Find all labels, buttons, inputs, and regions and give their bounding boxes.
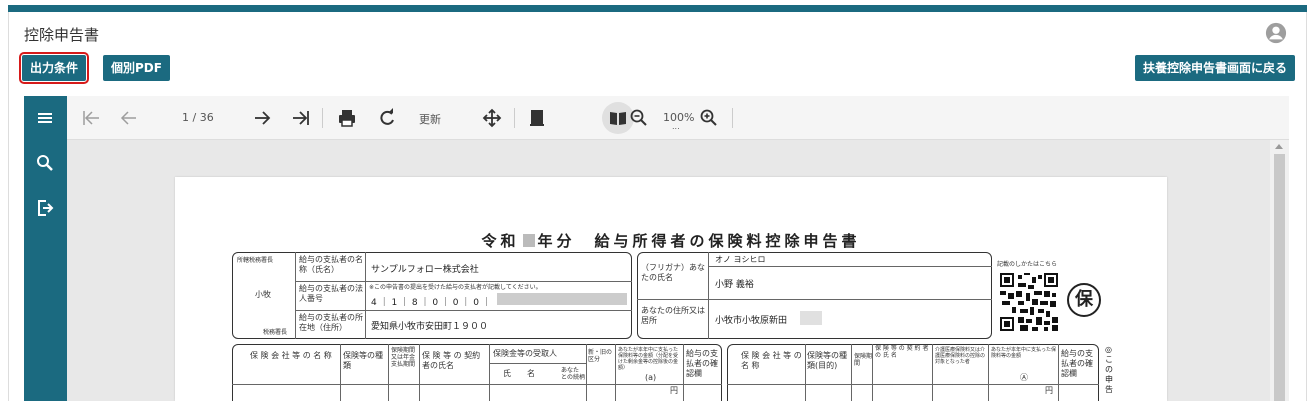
col-period: 保険期間又は年金支払期間	[391, 347, 416, 368]
yen-right: 円	[1045, 386, 1053, 395]
toolbar-divider	[514, 108, 515, 128]
col-amount-a: (a)	[645, 373, 657, 382]
divider	[232, 384, 722, 385]
search-icon[interactable]	[35, 153, 55, 173]
zoom-more[interactable]: ...	[672, 122, 680, 131]
address-label: あなたの住所又は居所	[641, 306, 705, 325]
payer-name-value: サンプルフォロー株式会社	[371, 265, 479, 275]
divider	[1058, 344, 1059, 401]
divider	[586, 344, 587, 401]
col2-company: 保 険 会 社 等 の 名 称	[741, 351, 802, 370]
payer-address-value: 愛知県小牧市安田町１９００	[371, 322, 489, 332]
exit-icon[interactable]	[35, 198, 55, 218]
first-page-icon[interactable]	[81, 108, 101, 128]
zoom-out-icon[interactable]	[629, 108, 649, 128]
col-company: 保 険 会 社 等 の 名 称	[250, 351, 332, 360]
col2-period: 保険期間	[854, 353, 873, 367]
col-payer-confirm: 給与の支払者の確認欄	[686, 349, 718, 378]
col-newold: 新・旧の区分	[588, 349, 613, 363]
divider	[615, 344, 616, 401]
furigana-label: （フリガナ）あなたの氏名	[641, 263, 705, 282]
divider	[851, 344, 852, 401]
last-page-icon[interactable]	[291, 108, 311, 128]
employee-name-value: 小野 義裕	[715, 280, 754, 290]
payer-number-value: 4 ｜ 1 ｜ 8 ｜ 0 ｜ 0 ｜ 0 ｜	[371, 298, 491, 308]
viewer-sidebar	[24, 96, 67, 401]
divider	[637, 299, 992, 300]
individual-pdf-button[interactable]: 個別PDF	[103, 55, 170, 81]
divider	[872, 344, 873, 401]
document-page: 令和 年分 給与所得者の保険料控除申告書 所轄税務署長 小牧 税務署長 給与の支払…	[175, 177, 1167, 401]
col-recipient-name: 氏 名	[503, 369, 535, 378]
side-note: ◎この申告	[1105, 345, 1113, 394]
office-suffix: 税務署長	[263, 329, 288, 336]
divider	[419, 344, 420, 401]
move-icon[interactable]	[482, 108, 502, 128]
qr-label: 記載のしかたはこちら	[997, 261, 1058, 268]
divider	[295, 281, 632, 282]
zoom-in-icon[interactable]	[699, 108, 719, 128]
divider	[988, 344, 989, 401]
prev-page-icon[interactable]	[119, 108, 139, 128]
payer-number-label: 給与の支払者の法人番号	[299, 284, 363, 303]
page-title: 控除申告書	[24, 26, 100, 44]
address-value: 小牧市小牧原新田	[715, 316, 788, 326]
page-indicator[interactable]: 1 / 36	[182, 111, 214, 124]
payer-address-label: 給与の支払者の所在地（住所）	[299, 313, 363, 332]
office-label: 所轄税務署長	[237, 257, 274, 264]
divider	[340, 344, 341, 401]
col2-payer-confirm: 給与の支払者の確認欄	[1061, 349, 1093, 378]
divider	[708, 266, 992, 267]
col-amount: あなたが本年中に支払った保険料等の金額（分配を受けた剰余金等の控除後の金額）	[618, 347, 679, 371]
col2-amount-a: Ⓐ	[1020, 373, 1028, 382]
divider	[805, 344, 806, 401]
col2-insured: 保 険 等 の 契 約 者 の 氏 名	[875, 345, 929, 359]
back-to-dependent-deduction-button[interactable]: 扶養控除申告書画面に戻る	[1135, 55, 1296, 81]
next-page-icon[interactable]	[252, 108, 272, 128]
insurance-stamp: 保	[1067, 283, 1101, 317]
divider	[489, 344, 490, 401]
pdf-viewer: 1 / 36 更新 100% ... 令和 年分 給与所得者の保険料控除申告書 …	[24, 96, 1289, 401]
divider	[727, 384, 1099, 385]
toolbar-divider	[322, 108, 323, 128]
divider	[388, 344, 389, 401]
divider	[365, 252, 366, 339]
col-contractor: 保 険 等 の 契約者の氏名	[422, 351, 481, 370]
qr-code[interactable]	[1000, 273, 1058, 331]
yen-left: 円	[670, 386, 678, 395]
masked-address	[800, 311, 822, 325]
output-conditions-button[interactable]: 出力条件	[18, 52, 90, 84]
toolbar-divider	[732, 108, 733, 128]
viewer-toolbar: 1 / 36 更新 100% ...	[67, 96, 1289, 140]
col-recipient: 保険金等の受取人	[493, 349, 557, 358]
refresh-icon[interactable]	[377, 108, 397, 128]
payer-number-note: ※この申告書の提出を受けた給与の支払者が記載してください。	[369, 284, 542, 291]
col2-amount: あなたが本年中に支払った保険料等の金額	[991, 347, 1057, 359]
document-title: 令和 年分 給与所得者の保険料控除申告書	[481, 232, 861, 250]
scroll-thumb[interactable]	[1274, 154, 1285, 401]
hamburger-menu-icon[interactable]	[35, 108, 55, 128]
payer-name-label: 給与の支払者の名称（氏名）	[299, 255, 363, 274]
print-icon[interactable]	[337, 108, 357, 128]
refresh-label[interactable]: 更新	[419, 111, 441, 127]
col-relation: あなたとの続柄	[561, 367, 585, 381]
col2-reason: 介護医療保険料又は介護医療保険料の控除の対象となった者	[935, 347, 986, 365]
single-page-icon[interactable]	[527, 108, 547, 128]
vertical-scrollbar[interactable]	[1270, 140, 1289, 401]
book-view-icon[interactable]	[608, 108, 628, 128]
divider	[295, 252, 296, 339]
divider	[932, 344, 933, 401]
col-type: 保険等の種類	[343, 351, 383, 370]
user-avatar-icon[interactable]	[1265, 22, 1287, 44]
divider	[489, 363, 586, 364]
top-accent-bar	[8, 5, 1307, 12]
masked-number	[497, 293, 627, 305]
divider	[295, 310, 632, 311]
scroll-up-arrow[interactable]	[1275, 144, 1283, 149]
office-value: 小牧	[255, 290, 271, 299]
furigana-value: オノ ヨシヒロ	[715, 255, 766, 264]
col2-type: 保険等の種類(目的)	[807, 351, 847, 370]
divider	[683, 344, 684, 401]
